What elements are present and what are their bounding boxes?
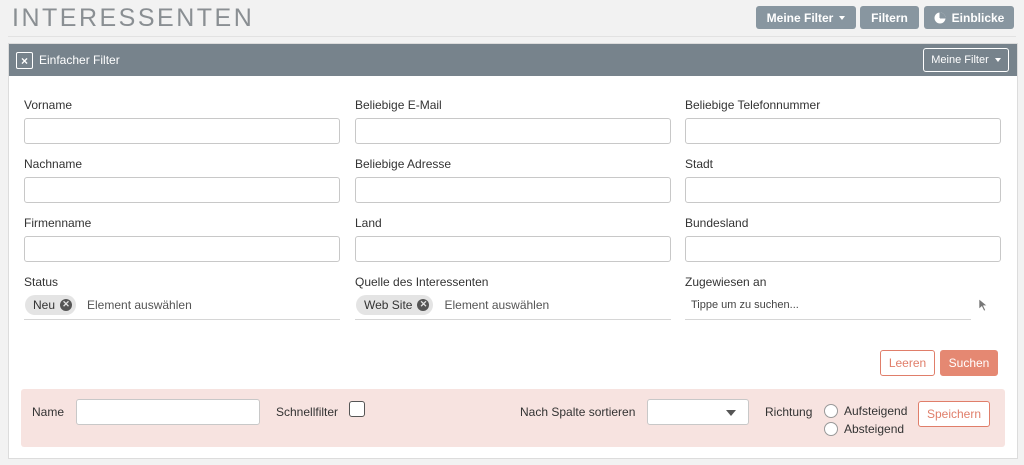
quickfilter-label: Schnellfilter (276, 405, 339, 419)
address-input[interactable] (355, 177, 671, 203)
state-input[interactable] (685, 236, 1001, 262)
pie-chart-icon (934, 12, 946, 23)
insights-label: Einblicke (951, 10, 1005, 25)
panel-title: Einfacher Filter (39, 53, 120, 67)
company-input[interactable] (24, 236, 340, 262)
dropdown-arrow-icon (726, 410, 736, 416)
phone-input[interactable] (685, 118, 1001, 144)
source-chip: Web Site ✕ (356, 294, 434, 315)
panel-my-filters-button[interactable]: Meine Filter (923, 48, 1009, 72)
close-icon[interactable]: × (16, 52, 33, 69)
lastname-input[interactable] (24, 177, 340, 203)
filter-name-label: Name (32, 405, 65, 419)
caret-down-icon (994, 58, 1001, 62)
header-divider (8, 36, 1016, 37)
sort-column-select[interactable] (647, 399, 749, 425)
cursor-arrow-icon (978, 298, 988, 312)
firstname-label: Vorname (24, 98, 73, 112)
remove-circle-icon[interactable]: ✕ (417, 298, 430, 311)
status-placeholder: Element auswählen (87, 297, 192, 312)
status-label: Status (24, 275, 59, 289)
sort-column-label: Nach Spalte sortieren (520, 405, 636, 419)
clear-button[interactable]: Leeren (880, 350, 935, 376)
remove-circle-icon[interactable]: ✕ (60, 298, 73, 311)
page-title: INTERESSENTEN (12, 4, 255, 32)
descending-label: Absteigend (844, 422, 905, 436)
quickfilter-checkbox[interactable] (349, 401, 365, 417)
assigned-label: Zugewiesen an (685, 275, 767, 289)
status-select[interactable]: Neu ✕ Element auswählen (24, 290, 340, 320)
assigned-select[interactable]: Tippe um zu suchen... (685, 290, 971, 320)
email-label: Beliebige E-Mail (355, 98, 442, 112)
caret-down-icon (839, 15, 846, 20)
country-label: Land (355, 216, 382, 230)
city-input[interactable] (685, 177, 1001, 203)
ascending-label: Aufsteigend (844, 404, 908, 418)
company-label: Firmenname (24, 216, 92, 230)
assigned-placeholder: Tippe um zu suchen... (691, 298, 799, 311)
source-select[interactable]: Web Site ✕ Element auswählen (355, 290, 671, 320)
source-label: Quelle des Interessenten (355, 275, 489, 289)
insights-button[interactable]: Einblicke (924, 6, 1014, 29)
country-input[interactable] (355, 236, 671, 262)
direction-label: Richtung (765, 405, 813, 419)
filter-name-input[interactable] (76, 399, 260, 425)
my-filters-button[interactable]: Meine Filter (756, 6, 856, 29)
save-button[interactable]: Speichern (918, 401, 990, 427)
save-filter-bar: Name Schnellfilter Nach Spalte sortieren… (21, 389, 1005, 447)
lastname-label: Nachname (24, 157, 83, 171)
simple-filter-panel: × Einfacher Filter Meine Filter Vorname … (8, 43, 1018, 459)
address-label: Beliebige Adresse (355, 157, 452, 171)
search-button[interactable]: Suchen (940, 350, 998, 376)
status-chip-label: Neu (33, 297, 56, 312)
email-input[interactable] (355, 118, 671, 144)
filter-label: Filtern (871, 10, 908, 25)
city-label: Stadt (685, 157, 714, 171)
filter-button[interactable]: Filtern (860, 6, 919, 29)
source-placeholder: Element auswählen (444, 297, 550, 312)
phone-label: Beliebige Telefonnummer (685, 98, 821, 112)
descending-radio[interactable] (824, 422, 838, 436)
panel-my-filters-label: Meine Filter (931, 54, 989, 66)
state-label: Bundesland (685, 216, 749, 230)
source-chip-label: Web Site (364, 297, 413, 312)
ascending-radio[interactable] (824, 404, 838, 418)
firstname-input[interactable] (24, 118, 340, 144)
status-chip: Neu ✕ (25, 294, 77, 315)
my-filters-label: Meine Filter (766, 10, 834, 25)
panel-header: × Einfacher Filter Meine Filter (9, 44, 1017, 76)
